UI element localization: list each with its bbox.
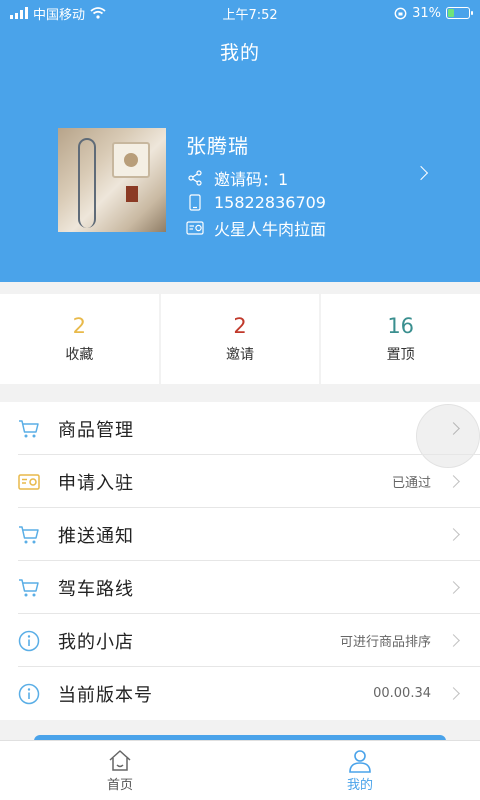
menu-item-value: 可进行商品排序 xyxy=(339,635,431,650)
stat-invites[interactable]: 2 邀请 xyxy=(160,294,320,384)
settings-menu: 商品管理 申请入驻 已通过 推送通知 驾车路线 我的小店 可进行商品排序 当前版… xyxy=(0,402,480,720)
shop-name: 火星人牛肉拉面 xyxy=(214,219,327,239)
stat-label: 收藏 xyxy=(65,347,94,363)
menu-item-driving-route[interactable]: 驾车路线 xyxy=(0,561,480,614)
share-icon xyxy=(186,169,204,187)
menu-item-label: 当前版本号 xyxy=(58,684,153,706)
tab-label: 我的 xyxy=(346,778,373,793)
wifi-icon xyxy=(90,7,106,19)
menu-item-label: 我的小店 xyxy=(58,631,134,653)
stat-label: 置顶 xyxy=(386,347,415,363)
info-icon xyxy=(18,630,40,652)
stat-favorites[interactable]: 2 收藏 xyxy=(0,294,159,384)
chevron-right-icon xyxy=(447,475,460,488)
phone-icon xyxy=(186,194,204,212)
tab-mine[interactable]: 我的 xyxy=(240,741,480,800)
menu-item-my-shop[interactable]: 我的小店 可进行商品排序 xyxy=(0,614,480,667)
stat-value: 2 xyxy=(233,314,247,338)
profile-card[interactable]: 张腾瑞 邀请码：1 15822836709 火星人牛肉拉面 xyxy=(58,128,480,239)
menu-item-label: 推送通知 xyxy=(58,525,134,547)
card-icon xyxy=(18,471,40,493)
menu-item-value: 00.00.34 xyxy=(373,686,431,701)
info-icon xyxy=(18,683,40,705)
tab-label: 首页 xyxy=(106,778,133,793)
signal-icon xyxy=(10,7,28,19)
carrier-label: 中国移动 xyxy=(33,7,86,23)
menu-item-label: 驾车路线 xyxy=(58,578,134,600)
orientation-lock-icon xyxy=(394,7,407,19)
battery-percent: 31% xyxy=(412,5,441,21)
page-title: 我的 xyxy=(219,42,260,64)
menu-item-label: 申请入驻 xyxy=(58,472,134,494)
menu-item-label: 商品管理 xyxy=(58,419,134,441)
shop-card-icon xyxy=(186,219,204,237)
menu-item-app-version[interactable]: 当前版本号 00.00.34 xyxy=(0,667,480,720)
menu-item-push-notification[interactable]: 推送通知 xyxy=(0,508,480,561)
phone-number: 15822836709 xyxy=(214,193,326,212)
stat-value: 16 xyxy=(387,314,415,338)
chevron-right-icon xyxy=(447,634,460,647)
clock: 上午7:52 xyxy=(222,7,278,23)
person-icon xyxy=(347,748,373,774)
chevron-right-icon xyxy=(447,581,460,594)
profile-header: 中国移动 上午7:52 31% 我的 张腾瑞 邀请码：1 15822836709… xyxy=(0,0,480,282)
tab-home[interactable]: 首页 xyxy=(0,741,240,800)
cart-icon xyxy=(18,524,40,546)
user-name: 张腾瑞 xyxy=(186,134,249,158)
stat-pinned[interactable]: 16 置顶 xyxy=(321,294,480,384)
menu-item-value: 已通过 xyxy=(391,476,431,491)
status-bar: 中国移动 上午7:52 31% xyxy=(0,0,480,26)
tab-bar: 首页 我的 xyxy=(0,740,480,800)
home-icon xyxy=(107,748,133,774)
chevron-right-icon xyxy=(447,687,460,700)
menu-item-product-management[interactable]: 商品管理 xyxy=(0,402,480,468)
cart-icon xyxy=(18,418,40,440)
battery-icon xyxy=(446,7,473,19)
cart-icon xyxy=(18,577,40,599)
invite-code: 邀请码：1 xyxy=(214,169,289,189)
stat-value: 2 xyxy=(72,314,87,338)
chevron-right-icon xyxy=(447,528,460,541)
menu-item-apply-settle[interactable]: 申请入驻 已通过 xyxy=(0,455,480,508)
stat-label: 邀请 xyxy=(226,347,254,363)
avatar[interactable] xyxy=(58,128,166,232)
stats-bar: 2 收藏 2 邀请 16 置顶 xyxy=(0,294,480,384)
